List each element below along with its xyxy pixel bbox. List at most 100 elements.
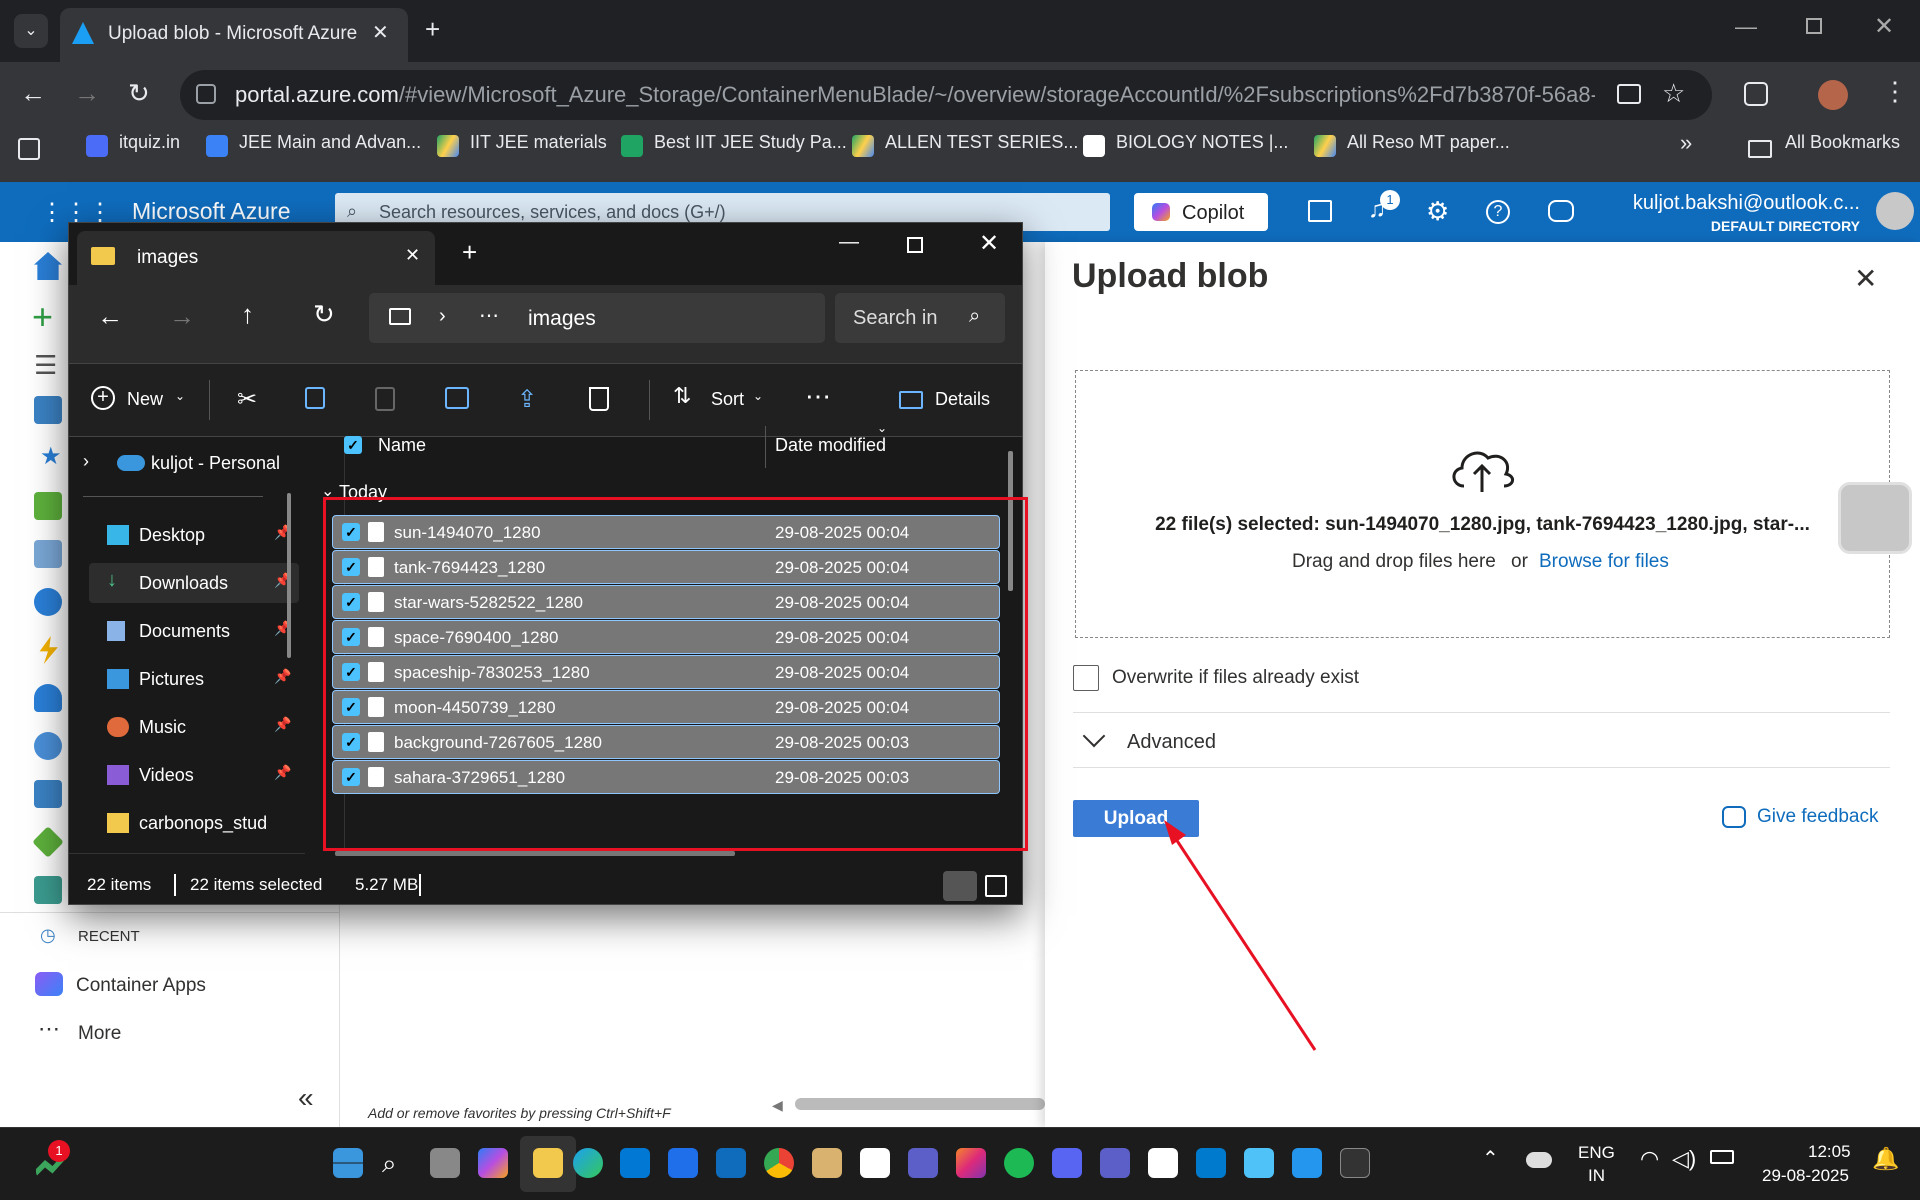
- nav-more[interactable]: More: [78, 1023, 121, 1045]
- search-icon[interactable]: ⌕: [382, 1148, 397, 1180]
- apps-grid-icon[interactable]: [18, 138, 40, 160]
- battery-icon[interactable]: [1710, 1150, 1734, 1164]
- clock-time[interactable]: 12:05: [1808, 1142, 1851, 1162]
- bookmark-all-reso[interactable]: All Reso MT paper...: [1347, 132, 1510, 153]
- annotation-highlight-box: [323, 497, 1028, 851]
- create-resource-icon[interactable]: +: [32, 296, 53, 338]
- terminal-icon[interactable]: [1340, 1148, 1370, 1178]
- overwrite-checkbox[interactable]: [1073, 665, 1099, 691]
- wifi-icon[interactable]: ◠: [1640, 1146, 1659, 1172]
- advanced-toggle[interactable]: Advanced: [1127, 731, 1216, 754]
- collapse-nav-icon[interactable]: «: [298, 1082, 314, 1114]
- all-resources-icon[interactable]: [34, 492, 62, 520]
- feedback-icon[interactable]: [1548, 200, 1574, 222]
- bookmark-jee-main[interactable]: JEE Main and Advan...: [239, 132, 421, 153]
- bookmark-itquiz[interactable]: itquiz.in: [119, 132, 180, 153]
- browse-files-link[interactable]: Browse for files: [1539, 551, 1669, 573]
- site-info-icon[interactable]: [196, 84, 216, 104]
- url-text[interactable]: portal.azure.com/#view/Microsoft_Azure_S…: [235, 82, 1595, 108]
- azure-brand[interactable]: Microsoft Azure: [132, 198, 291, 225]
- bookmark-iit-jee-materials[interactable]: IIT JEE materials: [470, 132, 607, 153]
- restore-window-icon[interactable]: [1806, 18, 1822, 34]
- all-services-icon[interactable]: ☰: [34, 350, 57, 381]
- app-services-icon[interactable]: [34, 588, 62, 616]
- tab-search-chevron-icon[interactable]: ⌄: [14, 14, 48, 48]
- settings-gear-icon[interactable]: ⚙: [1426, 196, 1449, 227]
- app-icon[interactable]: [908, 1148, 938, 1178]
- browser-menu-icon[interactable]: ⋮: [1882, 76, 1908, 107]
- extensions-icon[interactable]: [1744, 82, 1768, 106]
- close-tab-icon[interactable]: ✕: [372, 20, 389, 45]
- more-bookmarks-icon[interactable]: »: [1680, 130, 1692, 156]
- forward-icon[interactable]: →: [74, 78, 100, 109]
- reload-icon[interactable]: ↻: [128, 78, 150, 109]
- sql-databases-icon[interactable]: [34, 684, 62, 712]
- recent-label: RECENT: [78, 928, 140, 945]
- resource-groups-icon[interactable]: [34, 540, 62, 568]
- bookmark-star-icon[interactable]: ☆: [1662, 78, 1685, 109]
- notepad-icon[interactable]: [1148, 1148, 1178, 1178]
- file-list-hscrollbar[interactable]: [335, 851, 735, 856]
- cosmos-db-icon[interactable]: [34, 732, 62, 760]
- tab-upload-blob[interactable]: Upload blob - Microsoft Azure ✕: [60, 8, 408, 62]
- edge-icon[interactable]: [573, 1148, 603, 1178]
- copilot-icon[interactable]: [478, 1148, 508, 1178]
- teams-icon[interactable]: [1100, 1148, 1130, 1178]
- clock-date[interactable]: 29-08-2025: [1762, 1166, 1849, 1186]
- widget-badge: 1: [48, 1140, 70, 1162]
- close-window-icon[interactable]: ✕: [1874, 12, 1894, 41]
- spotify-icon[interactable]: [1004, 1148, 1034, 1178]
- user-avatar[interactable]: [1876, 192, 1914, 230]
- cloud-shell-icon[interactable]: [1308, 200, 1332, 222]
- chrome-icon[interactable]: [764, 1148, 794, 1178]
- minimize-window-icon[interactable]: —: [1735, 14, 1757, 40]
- install-app-icon[interactable]: [1617, 84, 1641, 104]
- drag-drop-text: Drag and drop files here: [1292, 551, 1496, 572]
- help-icon[interactable]: ?: [1486, 200, 1510, 224]
- x-icon[interactable]: [860, 1148, 890, 1178]
- instagram-icon[interactable]: [956, 1148, 986, 1178]
- app-icon[interactable]: [812, 1148, 842, 1178]
- language-in[interactable]: IN: [1588, 1166, 1605, 1186]
- docker-icon[interactable]: [1292, 1148, 1322, 1178]
- new-tab-icon[interactable]: +: [425, 14, 440, 45]
- sheets-icon: [621, 135, 643, 157]
- details-view-icon[interactable]: [943, 871, 977, 901]
- language-eng[interactable]: ENG: [1578, 1143, 1615, 1163]
- dashboard-icon[interactable]: [34, 396, 62, 424]
- tiles-view-icon[interactable]: [985, 875, 1007, 897]
- floating-widget-icon[interactable]: [1838, 482, 1912, 554]
- app-icon[interactable]: [668, 1148, 698, 1178]
- onedrive-tray-icon[interactable]: [1526, 1152, 1552, 1168]
- outlook-icon[interactable]: [716, 1148, 746, 1178]
- storage-accounts-icon[interactable]: [34, 876, 62, 904]
- give-feedback-link[interactable]: Give feedback: [1757, 806, 1878, 828]
- bookmark-allen-test[interactable]: ALLEN TEST SERIES...: [885, 132, 1078, 153]
- scroll-left-icon[interactable]: ◀: [772, 1097, 783, 1114]
- bookmark-best-iit-jee[interactable]: Best IIT JEE Study Pa...: [654, 132, 847, 153]
- bookmark-biology-notes[interactable]: BIOLOGY NOTES |...: [1116, 132, 1288, 153]
- horizontal-scrollbar[interactable]: [795, 1098, 1045, 1110]
- all-bookmarks[interactable]: All Bookmarks: [1785, 132, 1900, 153]
- search-icon: ⌕: [347, 201, 358, 221]
- notes-icon[interactable]: [1244, 1148, 1274, 1178]
- profile-avatar[interactable]: [1818, 80, 1848, 110]
- file-drop-zone[interactable]: [1075, 370, 1890, 638]
- discord-icon[interactable]: [1052, 1148, 1082, 1178]
- user-email[interactable]: kuljot.bakshi@outlook.c...: [1620, 192, 1860, 215]
- vscode-icon[interactable]: [1196, 1148, 1226, 1178]
- notification-bell-icon[interactable]: 🔔: [1872, 1146, 1899, 1172]
- start-icon[interactable]: [333, 1148, 363, 1178]
- file-explorer-icon[interactable]: [533, 1148, 563, 1178]
- volume-icon[interactable]: ◁): [1672, 1146, 1696, 1172]
- virtual-machines-icon[interactable]: [34, 780, 62, 808]
- show-hidden-icons-icon[interactable]: ⌃: [1482, 1146, 1499, 1171]
- close-blade-icon[interactable]: ✕: [1854, 262, 1877, 295]
- favorites-star-icon[interactable]: ★: [40, 442, 62, 471]
- store-icon[interactable]: [620, 1148, 650, 1178]
- notification-badge: 1: [1380, 190, 1400, 210]
- task-view-icon[interactable]: [430, 1148, 460, 1178]
- nav-container-apps[interactable]: Container Apps: [76, 975, 206, 997]
- copilot-button[interactable]: Copilot: [1134, 193, 1268, 231]
- back-icon[interactable]: ←: [20, 78, 46, 109]
